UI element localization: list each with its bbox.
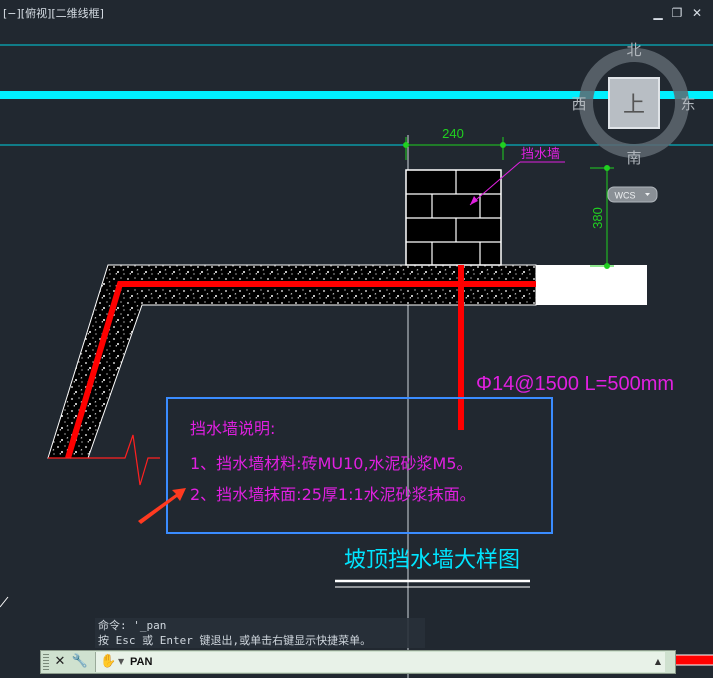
command-close-icon[interactable]: ✕ [51,653,69,671]
command-line-grip[interactable] [43,654,49,670]
dimension-380-text: 380 [590,207,605,229]
viewcube-north: 北 [626,41,641,59]
rebar-label: Φ14@1500 L=500mm [476,373,674,395]
white-block [536,265,647,305]
command-input[interactable]: ✋ ▼ PAN ▲ [95,652,665,672]
minimize-icon[interactable]: ▁ [651,6,665,20]
wall-label: 挡水墙 [521,147,560,162]
drawing-canvas: 240 380 挡水墙 Φ14@1500 L=500mm 挡水墙说明: 1、挡水… [0,41,713,678]
command-current-text: PAN [130,656,153,668]
history-line-1: 命令: '_pan [98,619,167,632]
history-toggle-icon[interactable]: ▲ [655,652,661,672]
command-line: ✕ 🔧 ✋ ▼ PAN ▲ [40,650,676,674]
viewcube[interactable]: 上 北 南 西 东 [571,41,695,167]
wcs-button[interactable]: WCS [607,186,658,203]
restore-icon[interactable]: ❐ [670,6,684,20]
viewport-label[interactable]: [−][俯视][二维线框] [3,5,104,21]
dimension-240-text: 240 [442,126,464,141]
notes-line-2: 2、挡水墙抹面:25厚1:1水泥砂浆抹面。 [190,485,476,504]
viewcube-south: 南 [626,149,641,167]
pan-hand-icon[interactable]: ✋ [100,652,116,672]
brick-wall [405,169,502,266]
notes-title: 挡水墙说明: [190,419,275,438]
command-settings-icon[interactable]: 🔧 [71,653,89,671]
notes-line-1: 1、挡水墙材料:砖MU10,水泥砂浆M5。 [190,454,473,473]
history-line-2: 按 Esc 或 Enter 键退出,或单击右键显示快捷菜单。 [98,634,372,647]
red-arrow [138,488,186,524]
recent-commands-dropdown-icon[interactable]: ▼ [118,652,124,672]
wcs-label: WCS [615,191,636,201]
drawing-viewport[interactable]: 240 380 挡水墙 Φ14@1500 L=500mm 挡水墙说明: 1、挡水… [0,0,713,678]
viewcube-face-label: 上 [623,93,645,118]
cyan-thick-line [0,91,713,99]
command-history: 命令: '_pan 按 Esc 或 Enter 键退出,或单击右键显示快捷菜单。 [95,618,425,648]
viewcube-west: 西 [571,95,586,113]
detail-title: 坡顶挡水墙大样图 [344,548,520,573]
close-icon[interactable]: ✕ [690,6,704,20]
red-stub [676,655,713,665]
viewcube-east: 东 [680,95,695,113]
